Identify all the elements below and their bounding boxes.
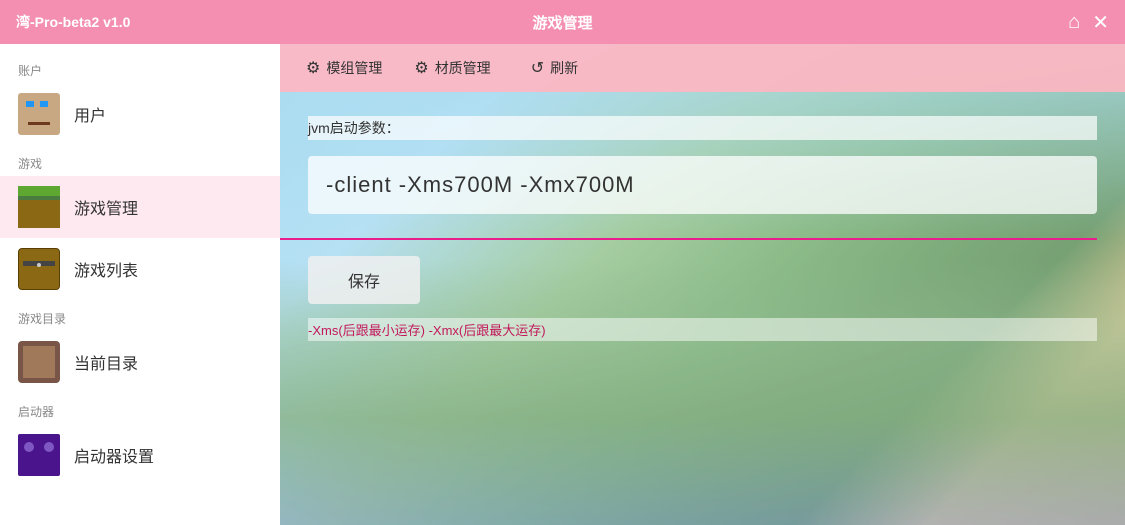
sidebar-item-user[interactable]: 用户 (0, 83, 280, 145)
hint-text: -Xms(后跟最小运存) -Xmx(后跟最大运存) (308, 318, 1097, 341)
page-title: 游戏管理 (532, 12, 592, 33)
current-dir-icon (18, 341, 60, 383)
game-manage-icon (18, 186, 60, 228)
refresh-icon: ↺ (531, 58, 544, 78)
tab-material-manage-label: 材质管理 (435, 58, 491, 78)
window-controls: ⌂ ✕ (1068, 10, 1109, 35)
app-name: 湾-Pro-beta2 v1.0 (16, 12, 130, 32)
tab-mod-manage[interactable]: ⚙ 模组管理 (292, 52, 396, 84)
user-icon (18, 93, 60, 135)
sidebar-item-current-dir[interactable]: 当前目录 (0, 331, 280, 393)
sidebar-section-launcher: 启动器 (0, 393, 280, 424)
title-bar: 湾-Pro-beta2 v1.0 游戏管理 ⌂ ✕ (0, 0, 1125, 44)
game-list-icon (18, 248, 60, 290)
sidebar-section-game-dir: 游戏目录 (0, 300, 280, 331)
sidebar-section-account: 账户 (0, 52, 280, 83)
content-panel: jvm启动参数： -client -Xms700M -Xmx700M (280, 92, 1125, 238)
sidebar-label-launcher: 启动器设置 (74, 443, 154, 467)
jvm-label: jvm启动参数： (308, 116, 1097, 140)
material-manage-icon: ⚙ (414, 58, 428, 78)
sidebar-item-game-list[interactable]: 游戏列表 (0, 238, 280, 300)
jvm-input-value: -client -Xms700M -Xmx700M (326, 172, 1079, 198)
tab-material-manage[interactable]: ⚙ 材质管理 (400, 52, 504, 84)
action-panel: 保存 -Xms(后跟最小运存) -Xmx(后跟最大运存) (280, 240, 1125, 365)
close-icon[interactable]: ✕ (1092, 10, 1109, 35)
sidebar-label-user: 用户 (74, 102, 106, 126)
jvm-input-area[interactable]: -client -Xms700M -Xmx700M (308, 156, 1097, 214)
content-area: ⚙ 模组管理 ⚙ 材质管理 ↺ 刷新 jvm启动参数： -client -Xms… (280, 44, 1125, 525)
tab-mod-manage-label: 模组管理 (326, 58, 382, 78)
save-button[interactable]: 保存 (308, 256, 420, 304)
sidebar-label-game-list: 游戏列表 (74, 257, 138, 281)
tab-refresh-label: 刷新 (550, 58, 578, 78)
sidebar-label-current-dir: 当前目录 (74, 350, 138, 374)
tab-refresh[interactable]: ↺ 刷新 (517, 52, 592, 84)
sidebar-section-game: 游戏 (0, 145, 280, 176)
tab-bar: ⚙ 模组管理 ⚙ 材质管理 ↺ 刷新 (280, 44, 1125, 92)
launcher-icon (18, 434, 60, 476)
sidebar: 账户 用户 游戏 游戏管理 游戏列表 游戏目录 当前目录 启动器 启动器设置 (0, 44, 280, 525)
main-layout: 账户 用户 游戏 游戏管理 游戏列表 游戏目录 当前目录 启动器 启动器设置 (0, 44, 1125, 525)
home-icon[interactable]: ⌂ (1068, 11, 1080, 34)
sidebar-label-game-manage: 游戏管理 (74, 195, 138, 219)
sidebar-item-game-manage[interactable]: 游戏管理 (0, 176, 280, 238)
mod-manage-icon: ⚙ (306, 58, 320, 78)
sidebar-item-launcher[interactable]: 启动器设置 (0, 424, 280, 486)
